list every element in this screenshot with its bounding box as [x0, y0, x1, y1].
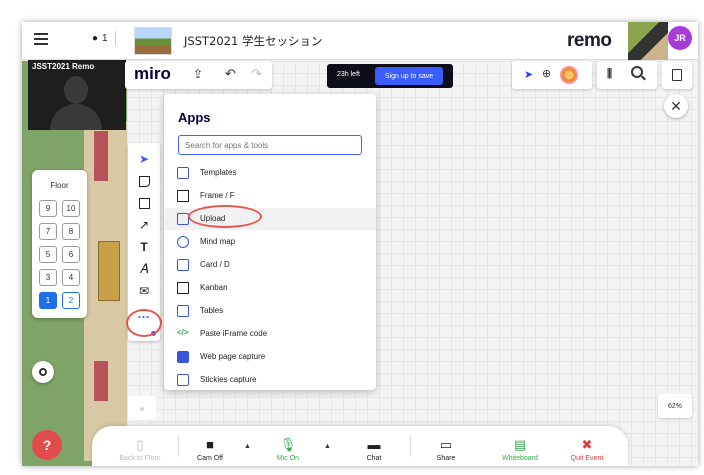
remo-logo: remo: [567, 30, 612, 51]
floor-button-1[interactable]: 1: [39, 292, 57, 309]
app-item-card[interactable]: Card / D: [164, 254, 376, 276]
text-tool-icon[interactable]: T: [128, 236, 160, 258]
floor-selector: Floor 9 10 7 8 5 6 3 4 1 2: [32, 170, 87, 318]
zoom-level[interactable]: 62%: [658, 394, 692, 418]
floor-button-2[interactable]: 2: [62, 292, 80, 309]
app-item-paste-iframe[interactable]: </> Paste iFrame code: [164, 323, 376, 345]
annotation-circle-upload: [188, 205, 262, 228]
close-icon[interactable]: ✕: [664, 94, 688, 118]
cursor-icon[interactable]: ➤: [524, 68, 533, 81]
stickies-capture-icon: [177, 374, 189, 386]
event-banner: [628, 22, 668, 60]
exit-icon: ✖: [581, 437, 593, 452]
app-item-mind-map[interactable]: Mind map: [164, 231, 376, 253]
camera-off-icon: ■: [206, 437, 214, 452]
share-screen-button[interactable]: ▭ Share: [426, 426, 466, 466]
mind-map-icon: [177, 236, 189, 248]
floor-plan-icon: ▯: [136, 437, 144, 452]
card-icon: [177, 259, 189, 271]
floor-button-9[interactable]: 9: [39, 200, 57, 217]
share-icon[interactable]: ⇪: [193, 67, 203, 81]
apps-panel: Apps Templates Frame / F Upload Mind map…: [164, 94, 376, 390]
app-item-templates[interactable]: Templates: [164, 162, 376, 184]
apps-search-input[interactable]: [178, 135, 362, 155]
video-participant-name: JSST2021 Remo: [32, 62, 95, 71]
time-left: 23h left: [337, 71, 360, 78]
mic-toggle-button[interactable]: 🎙 Mic On: [266, 426, 310, 466]
notes-icon: [672, 69, 682, 81]
microphone-icon: 🎙: [279, 437, 297, 452]
sign-up-button[interactable]: Sign up to save: [375, 67, 443, 85]
floor-button-10[interactable]: 10: [62, 200, 80, 217]
web-capture-icon: [177, 351, 189, 363]
floor-button-6[interactable]: 6: [62, 246, 80, 263]
floor-button-7[interactable]: 7: [39, 223, 57, 240]
miro-main-toolbar: miro ⇪ ↶ ↷: [125, 61, 272, 89]
quit-event-button[interactable]: ✖ Quit Event: [562, 426, 612, 466]
shape-tool-icon[interactable]: [128, 192, 160, 214]
attendee-count[interactable]: ● 1: [92, 31, 116, 45]
app-item-web-page-capture[interactable]: Web page capture: [164, 346, 376, 368]
mic-options-caret[interactable]: ▲: [324, 443, 331, 450]
settings-sliders-icon[interactable]: ⫼: [607, 68, 612, 81]
trial-banner: 23h left Sign up to save: [327, 64, 453, 88]
top-bar: ● 1 JSST2021 学生セッション remo JR: [22, 22, 698, 60]
templates-icon: [177, 167, 189, 179]
event-title: JSST2021 学生セッション: [184, 34, 323, 48]
undo-icon[interactable]: ↶: [225, 66, 236, 82]
select-tool-icon[interactable]: ➤: [128, 148, 160, 170]
app-item-kanban[interactable]: Kanban: [164, 277, 376, 299]
floor-button-4[interactable]: 4: [62, 269, 80, 286]
hamburger-menu-icon[interactable]: [34, 33, 48, 47]
search-icon[interactable]: [631, 66, 643, 78]
app-item-stickies-capture[interactable]: Stickies capture: [164, 369, 376, 391]
whiteboard-icon: ▤: [513, 437, 527, 452]
board-settings-toolbar: ⫼: [597, 61, 657, 89]
video-tile[interactable]: JSST2021 Remo: [28, 60, 126, 130]
camera-options-caret[interactable]: ▲: [244, 443, 251, 450]
back-to-floor-button[interactable]: ▯ Back to Floor: [110, 426, 170, 466]
floor-button-5[interactable]: 5: [39, 246, 57, 263]
comment-tool-icon[interactable]: ✉: [128, 280, 160, 302]
question-icon: ?: [42, 437, 52, 453]
collaborator-avatar[interactable]: [560, 66, 578, 84]
chat-button[interactable]: ▬ Chat: [354, 426, 394, 466]
expand-panel-button[interactable]: »: [128, 396, 156, 420]
screen-share-icon: ▭: [439, 437, 453, 452]
floor-label: Floor: [50, 181, 69, 190]
help-button[interactable]: ?: [32, 430, 62, 460]
add-collaborator-icon[interactable]: ⊕: [542, 67, 551, 80]
pen-tool-icon[interactable]: 𝐴: [128, 258, 160, 280]
floor-button-3[interactable]: 3: [39, 269, 57, 286]
user-avatar[interactable]: JR: [668, 26, 692, 50]
remo-window: ● 1 JSST2021 学生セッション remo JR JSST2021 Re…: [22, 22, 698, 466]
apps-panel-title: Apps: [178, 110, 211, 125]
target-icon: [39, 368, 47, 376]
annotation-circle-more: [126, 309, 162, 337]
app-item-frame[interactable]: Frame / F: [164, 185, 376, 207]
app-item-tables[interactable]: Tables: [164, 300, 376, 322]
kanban-icon: [177, 282, 189, 294]
sticky-note-tool-icon[interactable]: [128, 170, 160, 192]
attendee-count-value: 1: [102, 32, 108, 44]
miro-logo: miro: [134, 64, 171, 83]
board-menu-button[interactable]: [662, 61, 692, 89]
bottom-control-bar: ▯ Back to Floor ■ Cam Off ▲ 🎙 Mic On ▲ ▬…: [92, 426, 628, 466]
floor-button-8[interactable]: 8: [62, 223, 80, 240]
collaboration-toolbar: ➤ ⊕: [512, 61, 592, 89]
camera-toggle-button[interactable]: ■ Cam Off: [188, 426, 232, 466]
person-icon: ●: [92, 32, 99, 44]
connection-line-tool-icon[interactable]: ↗: [128, 214, 160, 236]
redo-icon[interactable]: ↷: [251, 66, 262, 82]
chat-bubble-icon: ▬: [367, 437, 381, 452]
tables-icon: [177, 305, 189, 317]
code-icon: </>: [177, 328, 189, 337]
silhouette-icon: [64, 76, 88, 104]
frame-icon: [177, 190, 189, 202]
whiteboard-button[interactable]: ▤ Whiteboard: [492, 426, 548, 466]
event-thumbnail: [134, 27, 172, 55]
locate-me-button[interactable]: [32, 361, 54, 383]
